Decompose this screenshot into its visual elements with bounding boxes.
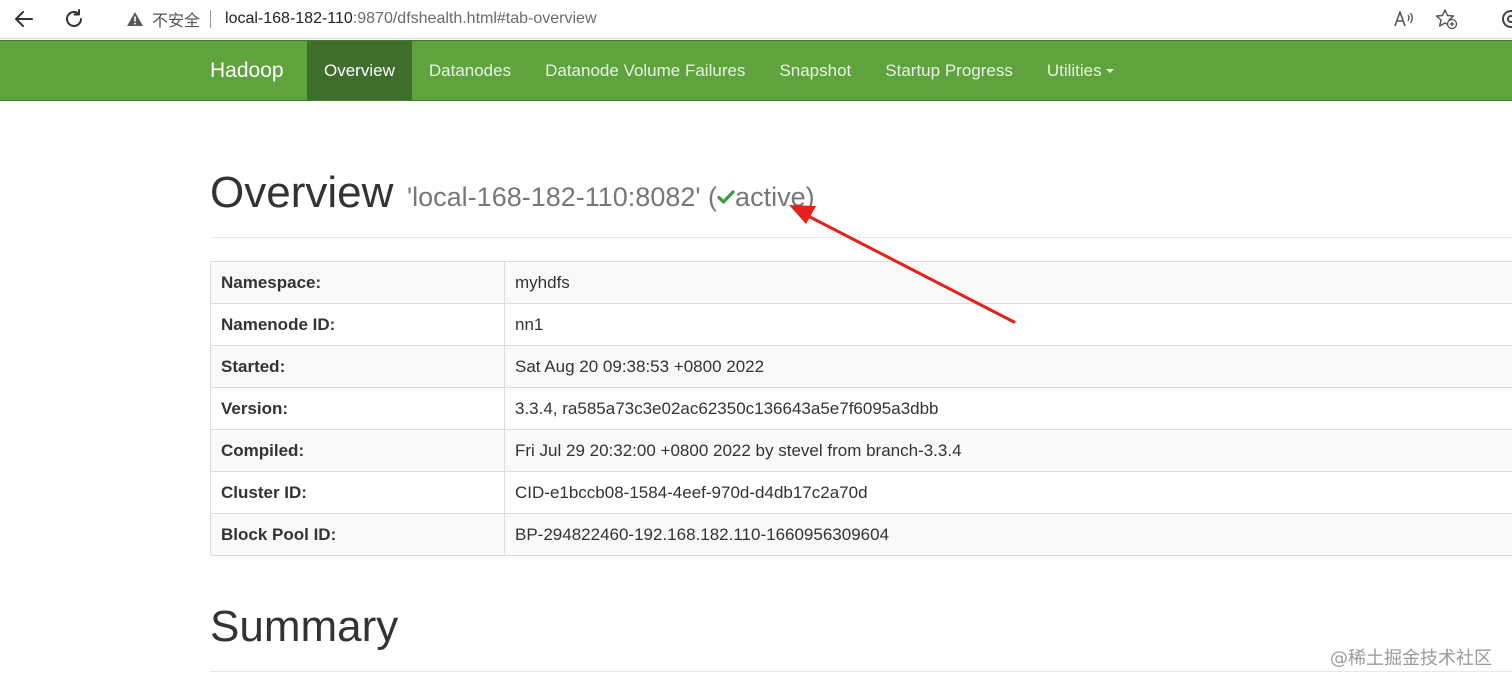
- overview-header: Overview 'local-168-182-110:8082' ( activ…: [210, 160, 1512, 238]
- utilities-label: Utilities: [1046, 61, 1102, 80]
- row-value-started: Sat Aug 20 09:38:53 +0800 2022: [504, 345, 1512, 388]
- table-row: Namenode ID: nn1: [210, 303, 1512, 346]
- row-value-namespace: myhdfs: [504, 261, 1512, 304]
- row-value-cluster-id: CID-e1bccb08-1584-4eef-970d-d4db17c2a70d: [504, 471, 1512, 514]
- brand-link[interactable]: Hadoop: [210, 41, 284, 100]
- row-value-version: 3.3.4, ra585a73c3e02ac62350c136643a5e7f6…: [504, 387, 1512, 430]
- open-paren: (: [708, 182, 718, 212]
- tab-overview[interactable]: Overview: [307, 41, 412, 100]
- row-label-namenode-id: Namenode ID:: [210, 303, 505, 346]
- address-separator: [210, 9, 212, 28]
- namenode-host: 'local-168-182-110:8082': [407, 182, 701, 212]
- summary-header: Summary: [210, 600, 1512, 672]
- reload-button[interactable]: [60, 6, 88, 32]
- tab-datanodes[interactable]: Datanodes: [412, 41, 528, 100]
- table-row: Version: 3.3.4, ra585a73c3e02ac62350c136…: [210, 387, 1512, 430]
- back-button[interactable]: [10, 6, 38, 32]
- row-label-cluster-id: Cluster ID:: [210, 471, 505, 514]
- row-value-compiled: Fri Jul 29 20:32:00 +0800 2022 by stevel…: [504, 429, 1512, 472]
- reload-icon: [66, 9, 82, 27]
- row-label-started: Started:: [210, 345, 505, 388]
- table-row: Namespace: myhdfs: [210, 261, 1512, 304]
- nav-tabs: Overview Datanodes Datanode Volume Failu…: [307, 41, 1131, 100]
- url-text[interactable]: local-168-182-110:9870/dfshealth.html#ta…: [225, 10, 597, 28]
- security-label[interactable]: 不安全: [152, 7, 200, 31]
- caret-down-icon: [1105, 68, 1114, 73]
- read-aloud-icon[interactable]: [1392, 7, 1416, 31]
- row-label-namespace: Namespace:: [210, 261, 505, 304]
- hadoop-navbar: Hadoop Overview Datanodes Datanode Volum…: [0, 40, 1512, 101]
- page-title: Overview: [210, 168, 394, 217]
- summary-title: Summary: [210, 602, 399, 651]
- warning-icon: [126, 11, 144, 27]
- watermark: @稀土掘金技术社区: [1330, 648, 1492, 669]
- table-row: Started: Sat Aug 20 09:38:53 +0800 2022: [210, 345, 1512, 388]
- table-row: Compiled: Fri Jul 29 20:32:00 +0800 2022…: [210, 429, 1512, 472]
- tab-snapshot[interactable]: Snapshot: [762, 41, 868, 100]
- url-path: :9870/dfshealth.html#tab-overview: [352, 9, 597, 27]
- tab-datanode-volume-failures[interactable]: Datanode Volume Failures: [528, 41, 762, 100]
- ha-state: active: [735, 182, 806, 212]
- back-arrow-icon: [15, 11, 33, 27]
- browser-toolbar: 不安全 local-168-182-110:9870/dfshealth.htm…: [0, 0, 1512, 39]
- close-paren: ): [805, 182, 815, 212]
- row-label-block-pool-id: Block Pool ID:: [210, 513, 505, 556]
- row-value-namenode-id: nn1: [504, 303, 1512, 346]
- tab-startup-progress[interactable]: Startup Progress: [868, 41, 1030, 100]
- address-bar-actions: [1392, 3, 1488, 34]
- row-value-block-pool-id: BP-294822460-192.168.182.110-16609563096…: [504, 513, 1512, 556]
- url-host: local-168-182-110: [225, 9, 353, 27]
- namenode-address: 'local-168-182-110:8082' ( active): [407, 182, 815, 213]
- table-row: Cluster ID: CID-e1bccb08-1584-4eef-970d-…: [210, 471, 1512, 514]
- check-icon: [717, 190, 735, 204]
- row-label-version: Version:: [210, 387, 505, 430]
- add-favorite-icon[interactable]: [1434, 7, 1458, 31]
- table-row: Block Pool ID: BP-294822460-192.168.182.…: [210, 513, 1512, 556]
- address-bar[interactable]: 不安全 local-168-182-110:9870/dfshealth.htm…: [112, 3, 1488, 34]
- extensions-icon[interactable]: [1500, 8, 1512, 30]
- tab-utilities-dropdown[interactable]: Utilities: [1030, 41, 1131, 100]
- overview-info-table: Namespace: myhdfs Namenode ID: nn1 Start…: [210, 261, 1512, 556]
- row-label-compiled: Compiled:: [210, 429, 505, 472]
